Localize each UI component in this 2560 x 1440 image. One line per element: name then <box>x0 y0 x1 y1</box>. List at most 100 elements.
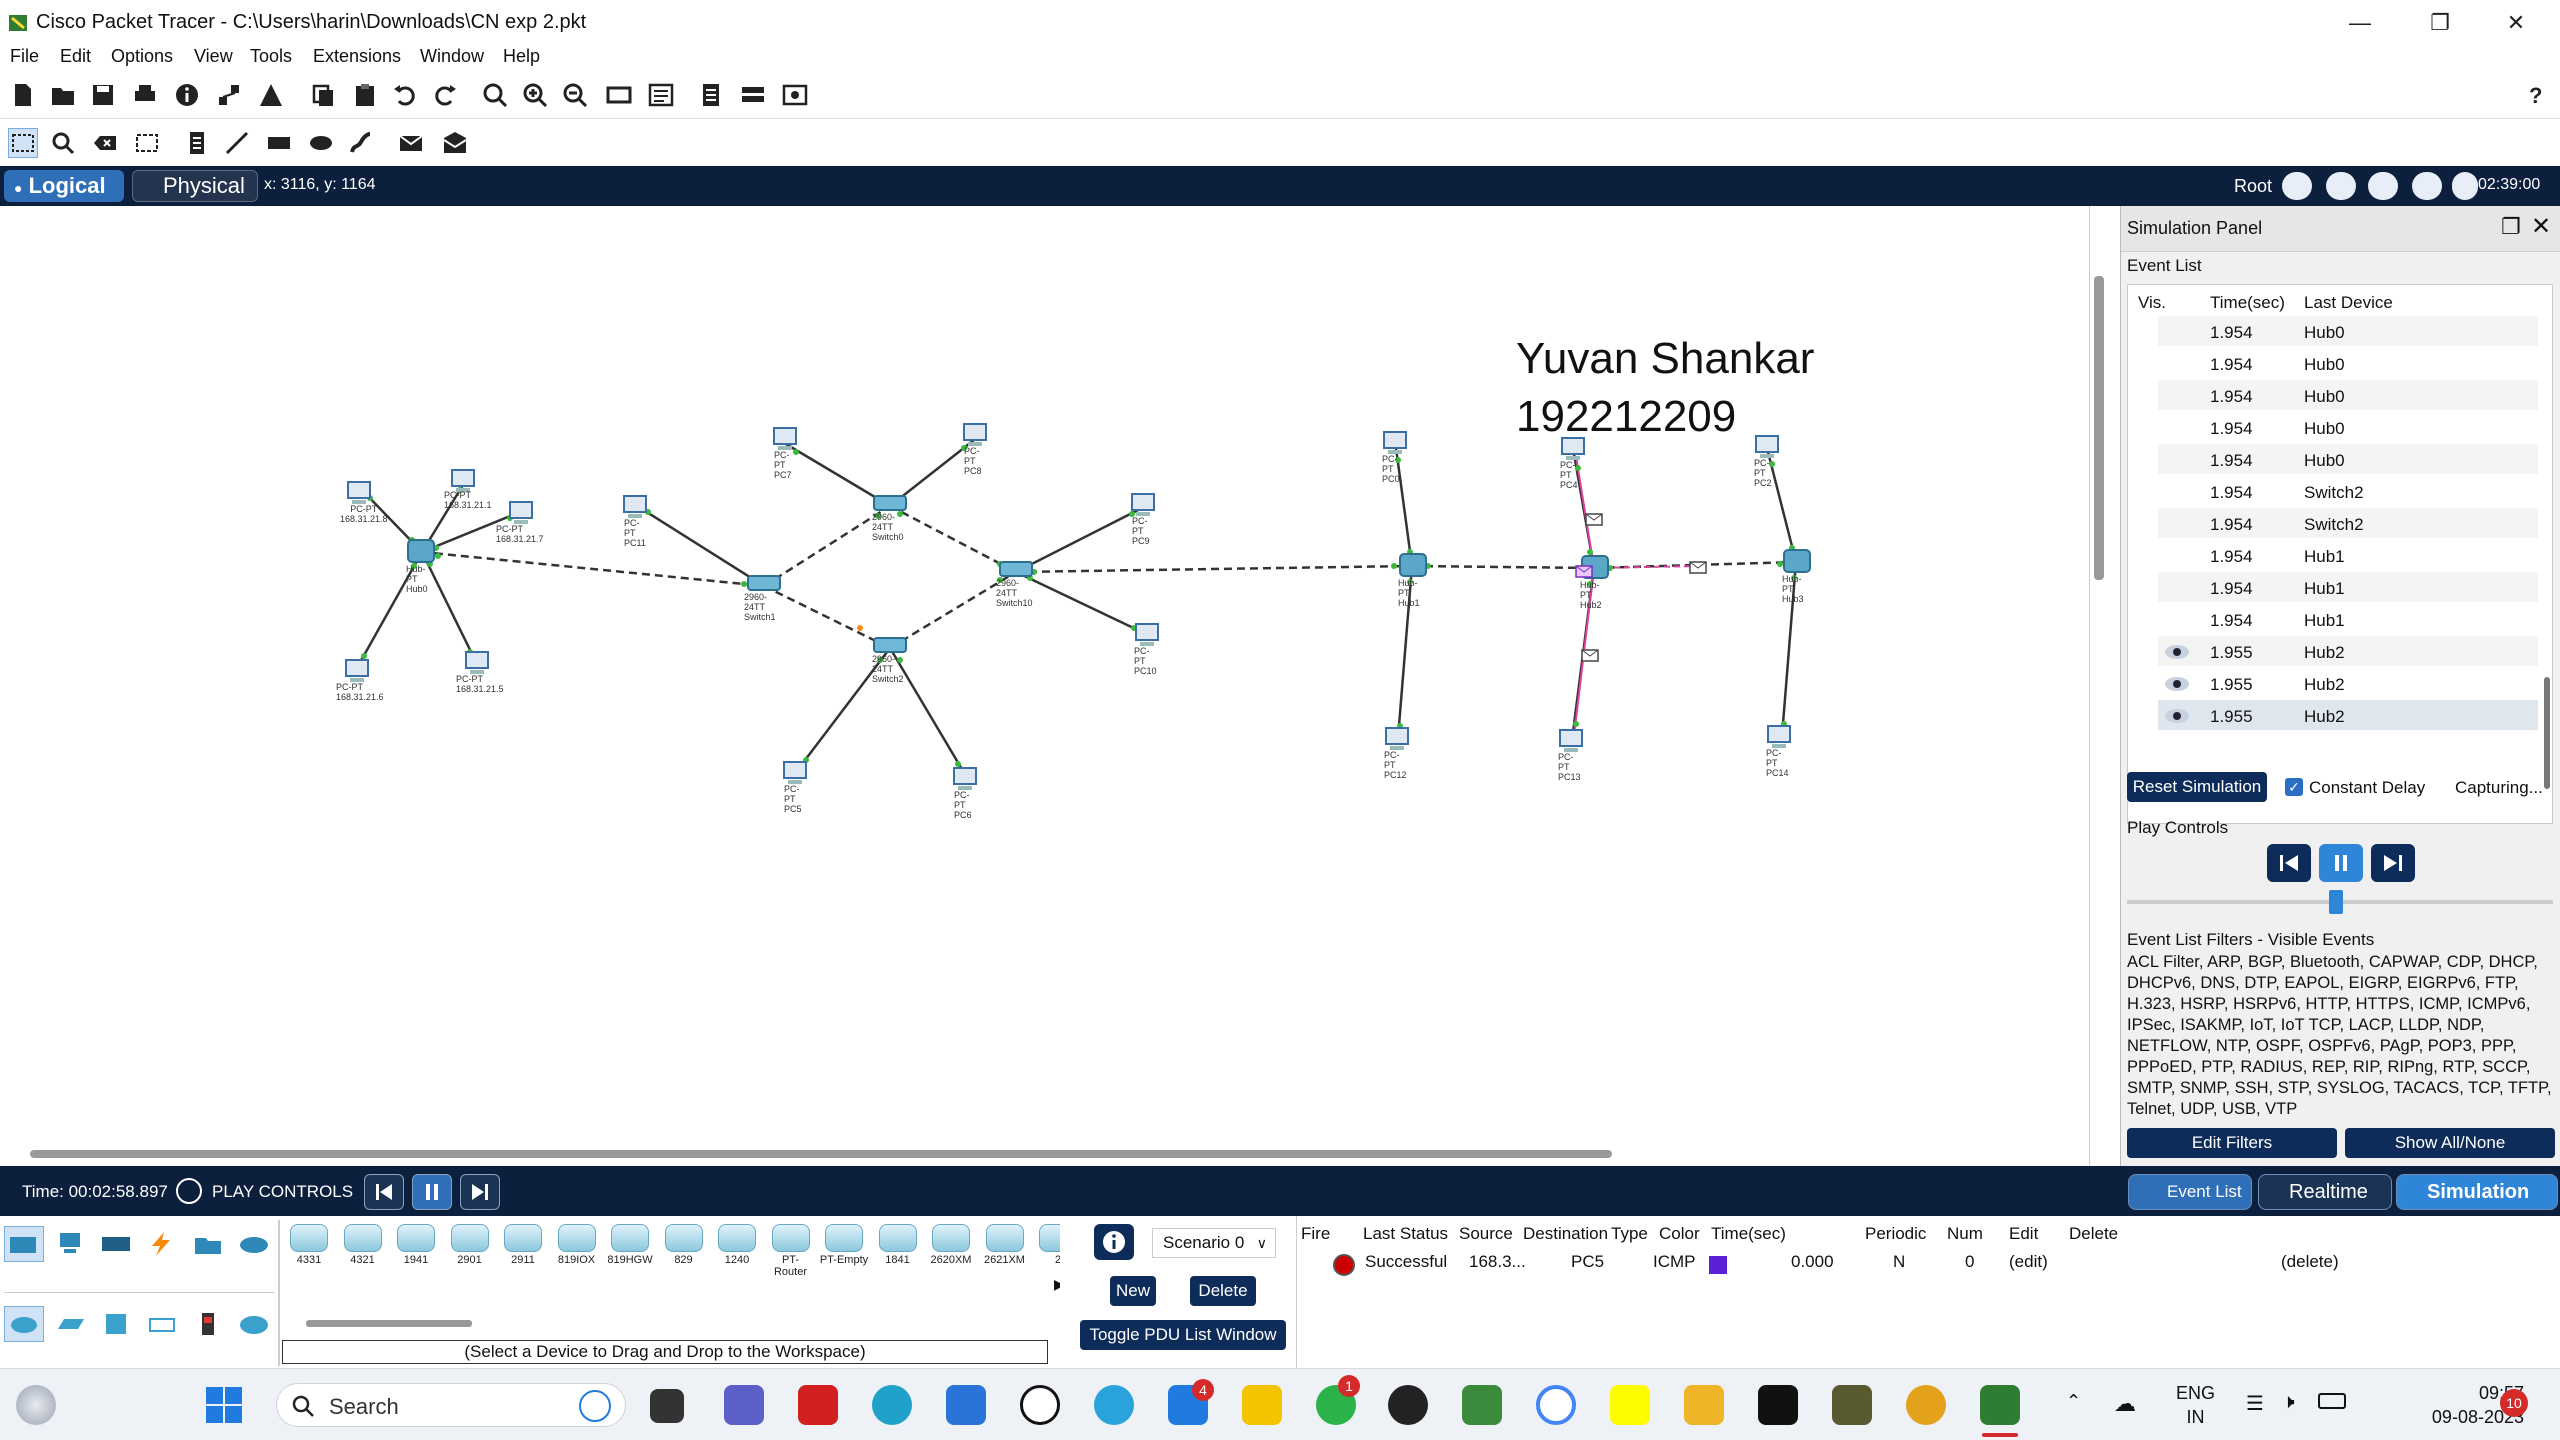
device-tile[interactable]: 1941 <box>391 1224 441 1268</box>
event-list-table[interactable]: Vis. Time(sec) Last Device 1.954 Hub0 1.95… <box>2127 284 2553 824</box>
acrobat-icon[interactable] <box>798 1385 838 1425</box>
document-icon[interactable] <box>696 80 726 110</box>
task-view-icon[interactable] <box>650 1389 684 1423</box>
print-icon[interactable] <box>130 80 160 110</box>
edge-icon[interactable] <box>872 1385 912 1425</box>
environment-icon[interactable] <box>2412 172 2442 200</box>
activity-wizard-icon[interactable] <box>256 80 286 110</box>
pdu-row-delete-link[interactable]: (delete) <box>2281 1252 2339 1272</box>
device-template-icon[interactable] <box>738 80 768 110</box>
game-icon[interactable] <box>1462 1385 1502 1425</box>
undo-icon[interactable] <box>390 80 420 110</box>
menu-file[interactable]: File <box>10 46 39 67</box>
pdu-row-edit-link[interactable]: (edit) <box>2009 1252 2048 1272</box>
realtime-tab[interactable]: Realtime <box>2258 1174 2392 1210</box>
device-tile[interactable]: 2911 <box>498 1224 548 1268</box>
eye-icon[interactable] <box>2164 644 2190 660</box>
speed-slider-handle[interactable] <box>2329 890 2343 914</box>
event-row[interactable]: 1.955 Hub2 <box>2128 699 2538 731</box>
app-tool-icon[interactable] <box>1832 1385 1872 1425</box>
event-row[interactable]: 1.954 Hub0 <box>2128 315 2538 347</box>
dell-icon[interactable] <box>1020 1385 1060 1425</box>
custom-devices-icon[interactable] <box>646 80 676 110</box>
open-folder-icon[interactable] <box>48 80 78 110</box>
root-label[interactable]: Root <box>2234 176 2272 197</box>
network-info-icon[interactable] <box>214 80 244 110</box>
event-row[interactable]: 1.954 Hub1 <box>2128 571 2538 603</box>
event-row[interactable]: 1.954 Hub0 <box>2128 347 2538 379</box>
battery-icon[interactable] <box>2318 1393 2346 1409</box>
switches-icon[interactable] <box>50 1306 90 1342</box>
move-viewport-icon[interactable] <box>2368 172 2398 200</box>
onedrive-icon[interactable]: ☁ <box>2114 1391 2136 1417</box>
menu-help[interactable]: Help <box>503 46 540 67</box>
screenshot-icon[interactable] <box>780 80 810 110</box>
draw-ellipse-icon[interactable] <box>306 128 336 158</box>
menu-options[interactable]: Options <box>111 46 173 67</box>
end-devices-icon[interactable] <box>50 1226 90 1262</box>
paste-icon[interactable] <box>350 80 380 110</box>
packet-tracer-taskbar-icon[interactable] <box>1980 1385 2020 1425</box>
close-panel-icon[interactable]: ✕ <box>2531 212 2551 241</box>
store-icon[interactable] <box>946 1385 986 1425</box>
delete-tool-icon[interactable] <box>90 128 120 158</box>
add-complex-pdu-icon[interactable] <box>440 128 470 158</box>
edit-filters-button[interactable]: Edit Filters <box>2127 1128 2337 1158</box>
place-note-icon[interactable] <box>182 128 212 158</box>
scenario-select[interactable]: Scenario 0 ∨ <box>1152 1228 1276 1258</box>
add-simple-pdu-icon[interactable] <box>396 128 426 158</box>
resize-shape-icon[interactable] <box>132 128 162 158</box>
language-indicator[interactable]: ENG IN <box>2176 1381 2215 1429</box>
telegram-icon[interactable] <box>1094 1385 1134 1425</box>
event-row[interactable]: 1.954 Switch2 <box>2128 475 2538 507</box>
info-icon[interactable] <box>172 80 202 110</box>
drawing-palette-icon[interactable] <box>604 80 634 110</box>
taskbar-search[interactable]: Search <box>276 1383 626 1427</box>
multiuser-icon[interactable] <box>234 1226 274 1262</box>
device-tile[interactable]: 4331 <box>284 1224 334 1268</box>
tab-physical[interactable]: Physical <box>132 170 258 202</box>
new-scenario-button[interactable]: New <box>1110 1276 1156 1306</box>
zoom-in-icon[interactable] <box>480 80 510 110</box>
forward-step-button[interactable] <box>2371 844 2415 882</box>
pdu-list-table[interactable]: Fire Last Status Source Destination Type… <box>1296 1216 2560 1368</box>
back-step-button[interactable] <box>2267 844 2311 882</box>
save-icon[interactable] <box>88 80 118 110</box>
workspace-vertical-scrollbar[interactable] <box>2094 276 2104 580</box>
bing-icon[interactable] <box>579 1390 611 1422</box>
play-pause-button[interactable] <box>2319 844 2363 882</box>
components-icon[interactable] <box>96 1226 136 1262</box>
connections-icon[interactable] <box>142 1226 182 1262</box>
event-row[interactable]: 1.954 Hub0 <box>2128 379 2538 411</box>
minimize-button[interactable]: — <box>2330 6 2390 40</box>
back-icon[interactable] <box>2282 172 2312 200</box>
bottom-forward-button[interactable] <box>460 1174 500 1210</box>
inspect-icon[interactable] <box>48 128 78 158</box>
wan-emulation-icon[interactable] <box>234 1306 274 1342</box>
logical-workspace[interactable]: Yuvan Shankar 192212209 PC-PT 168.31.21.8… <box>0 206 2090 1166</box>
device-tile[interactable]: 2620XM <box>926 1224 976 1268</box>
device-tile[interactable]: 2621XM <box>980 1224 1030 1268</box>
chrome-icon[interactable] <box>1906 1385 1946 1425</box>
col-last-device[interactable]: Last Device <box>2304 293 2393 313</box>
copy-icon[interactable] <box>308 80 338 110</box>
close-button[interactable]: ✕ <box>2486 6 2546 40</box>
help-icon[interactable]: ? <box>2520 80 2550 110</box>
wifi-icon[interactable]: ☰ <box>2246 1391 2264 1416</box>
show-all-none-button[interactable]: Show All/None <box>2345 1128 2555 1158</box>
device-tile[interactable]: 4321 <box>338 1224 388 1268</box>
event-list-tab[interactable]: Event List <box>2128 1174 2252 1210</box>
restore-button[interactable]: ❐ <box>2410 6 2470 40</box>
cluster-icon[interactable] <box>2326 172 2356 200</box>
workspace-note[interactable]: Yuvan Shankar 192212209 <box>1516 330 1814 446</box>
routers-icon[interactable] <box>4 1306 44 1342</box>
notification-badge[interactable]: 10 <box>2500 1389 2528 1417</box>
hubs-icon[interactable] <box>96 1306 136 1342</box>
netflix-icon[interactable] <box>1758 1385 1798 1425</box>
draw-line-icon[interactable] <box>222 128 252 158</box>
bottom-play-pause-button[interactable] <box>412 1174 452 1210</box>
undock-icon[interactable]: ❐ <box>2501 214 2521 240</box>
event-row[interactable]: 1.954 Hub1 <box>2128 539 2538 571</box>
device-list-scrollbar[interactable] <box>306 1320 472 1327</box>
device-tile[interactable]: 2901 <box>445 1224 495 1268</box>
